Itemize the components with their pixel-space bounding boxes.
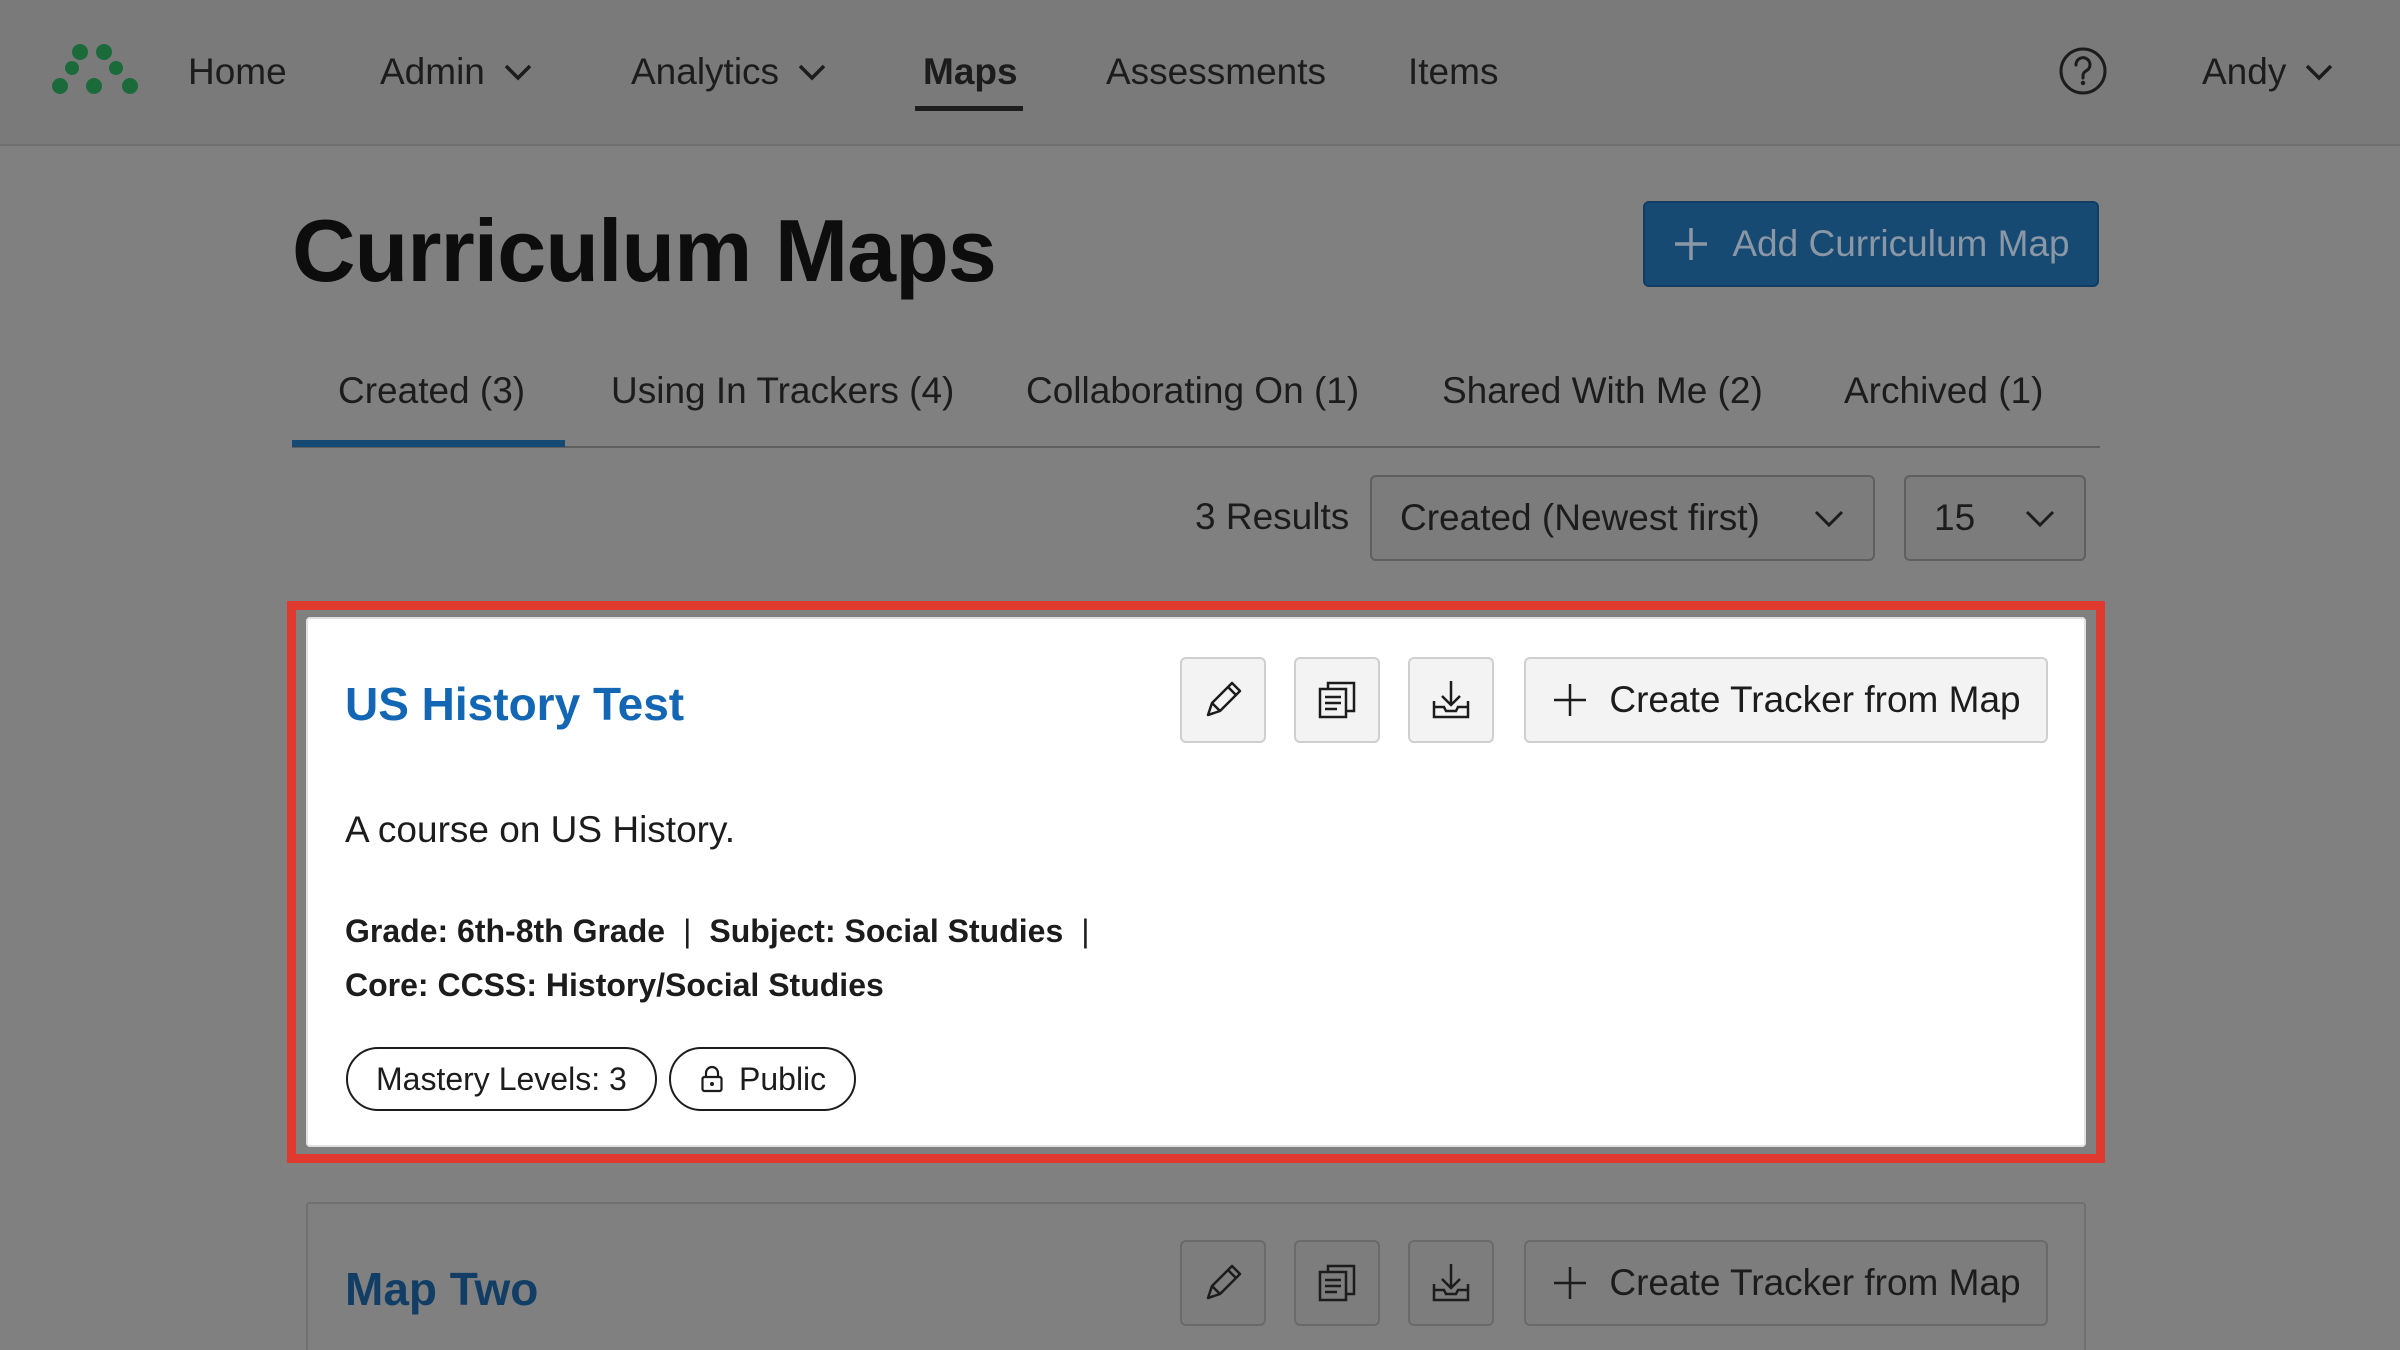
nav-admin-label: Admin — [380, 51, 485, 92]
plus-icon — [1675, 228, 1708, 260]
tab-archived[interactable]: Archived (1) — [1844, 370, 2043, 412]
tab-using-in-trackers-label: Using In Trackers (4) — [611, 370, 955, 411]
download-map-button[interactable] — [1408, 1240, 1494, 1326]
nav-home-label: Home — [188, 51, 287, 92]
question-circle-icon[interactable] — [2058, 46, 2108, 96]
nav-maps-label: Maps — [923, 51, 1018, 92]
map-title-link[interactable]: Map Two — [345, 1262, 538, 1316]
map-card: Map Two Create Tracker from Map — [306, 1202, 2086, 1350]
tab-created[interactable]: Created (3) — [338, 370, 525, 412]
tab-active-indicator — [292, 440, 565, 447]
edit-map-button[interactable] — [1180, 1240, 1266, 1326]
add-curriculum-map-label: Add Curriculum Map — [1732, 223, 2070, 264]
nav-items[interactable]: Items — [1408, 44, 1498, 100]
add-curriculum-map-button[interactable]: Add Curriculum Map — [1643, 201, 2099, 287]
tab-shared-with-me[interactable]: Shared With Me (2) — [1442, 370, 1763, 412]
tab-shared-with-me-label: Shared With Me (2) — [1442, 370, 1763, 411]
page-title: Curriculum Maps — [292, 201, 997, 300]
top-nav: Home Admin Analytics Maps Assessments It… — [0, 0, 2400, 146]
sort-select-value: Created (Newest first) — [1400, 497, 1760, 538]
create-tracker-button[interactable]: Create Tracker from Map — [1524, 1240, 2048, 1326]
per-page-select[interactable]: 15 — [1904, 475, 2086, 561]
tab-collaborating-on[interactable]: Collaborating On (1) — [1026, 370, 1359, 412]
tab-collaborating-on-label: Collaborating On (1) — [1026, 370, 1360, 411]
maps-tabs: Created (3) Using In Trackers (4) Collab… — [292, 360, 2100, 448]
highlight-box — [287, 601, 2105, 1163]
network-dots-logo-icon[interactable] — [50, 42, 142, 98]
user-menu[interactable]: Andy — [2202, 44, 2334, 100]
chevron-down-icon — [504, 64, 532, 81]
sort-select[interactable]: Created (Newest first) — [1370, 475, 1875, 561]
tab-archived-label: Archived (1) — [1844, 370, 2044, 411]
nav-home[interactable]: Home — [188, 44, 287, 100]
copy-icon — [1318, 1264, 1356, 1302]
nav-analytics[interactable]: Analytics — [631, 44, 827, 100]
tab-created-label: Created (3) — [338, 370, 526, 411]
chevron-down-icon — [2306, 64, 2333, 81]
chevron-down-icon — [1814, 510, 1844, 528]
nav-items-label: Items — [1408, 51, 1499, 92]
nav-admin[interactable]: Admin — [380, 44, 533, 100]
nav-analytics-label: Analytics — [631, 51, 780, 92]
nav-maps[interactable]: Maps — [923, 44, 1018, 100]
results-count: 3 Results — [1195, 496, 1350, 537]
download-icon — [1432, 1264, 1470, 1302]
chevron-down-icon — [2025, 510, 2055, 528]
chevron-down-icon — [798, 64, 826, 81]
create-tracker-label: Create Tracker from Map — [1609, 1262, 2021, 1303]
nav-assessments-label: Assessments — [1106, 51, 1327, 92]
plus-icon — [1554, 1267, 1587, 1299]
duplicate-map-button[interactable] — [1294, 1240, 1380, 1326]
user-name: Andy — [2202, 51, 2287, 92]
pencil-icon — [1206, 1264, 1242, 1300]
per-page-value: 15 — [1934, 497, 1976, 538]
nav-assessments[interactable]: Assessments — [1106, 44, 1326, 100]
nav-active-indicator — [915, 106, 1023, 111]
tab-using-in-trackers[interactable]: Using In Trackers (4) — [611, 370, 954, 412]
